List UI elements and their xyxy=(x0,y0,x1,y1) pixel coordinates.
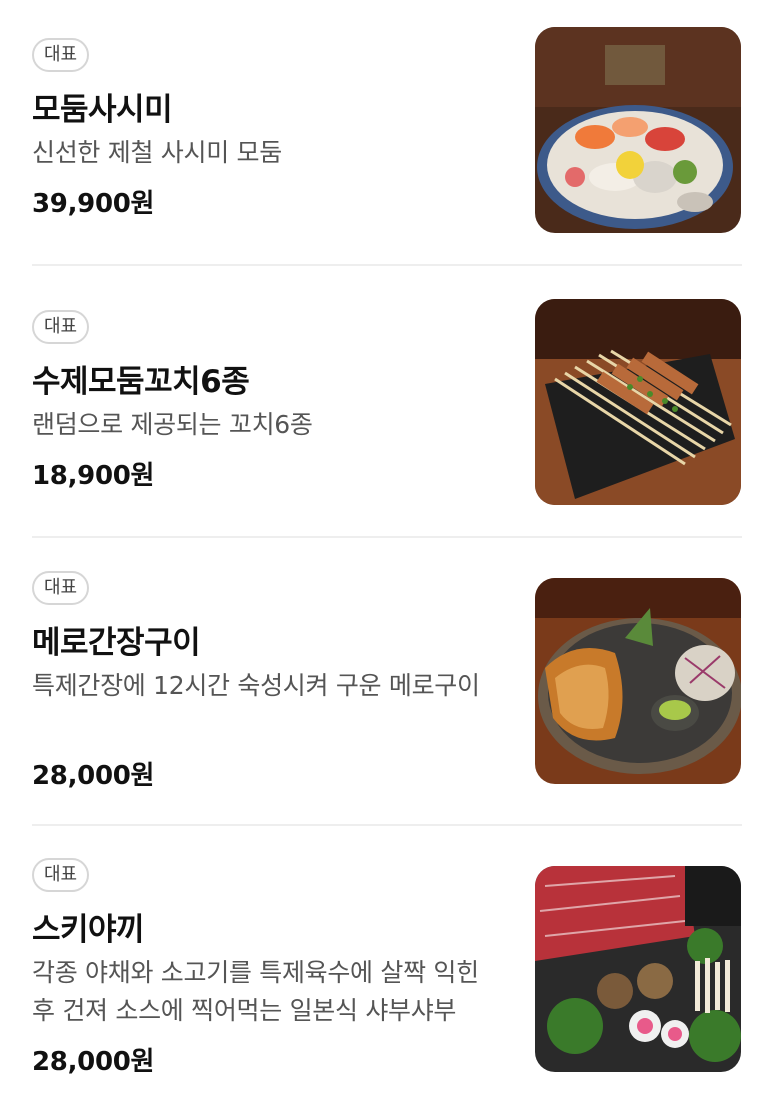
menu-item-price: 18,900원 xyxy=(32,461,155,491)
signature-badge: 대표 xyxy=(32,38,90,72)
menu-item[interactable]: 대표 메로간장구이 특제간장에 12시간 숙성시켜 구운 메로구이 28,000… xyxy=(32,571,742,796)
menu-item-description: 랜덤으로 제공되는 꼬치6종 xyxy=(32,410,313,439)
menu-item-name: 스키야끼 xyxy=(32,912,145,948)
sashimi-platter-photo[interactable] xyxy=(535,27,741,233)
menu-item-price: 28,000원 xyxy=(32,1047,155,1077)
divider xyxy=(32,824,742,826)
menu-item-name: 수제모둠꼬치6종 xyxy=(32,364,250,400)
divider xyxy=(32,536,742,538)
divider xyxy=(32,264,742,266)
signature-badge: 대표 xyxy=(32,571,90,605)
menu-item-description: 특제간장에 12시간 숙성시켜 구운 메로구이 xyxy=(32,671,480,700)
grilled-fish-photo[interactable] xyxy=(535,578,741,784)
menu-item-price: 39,900원 xyxy=(32,189,155,219)
menu-item[interactable]: 대표 모둠사시미 신선한 제철 사시미 모둠 39,900원 xyxy=(32,27,742,238)
menu-item-description: 신선한 제철 사시미 모둠 xyxy=(32,138,282,167)
menu-item-price: 28,000원 xyxy=(32,761,155,791)
signature-badge: 대표 xyxy=(32,310,90,344)
skewers-photo[interactable] xyxy=(535,299,741,505)
menu-item[interactable]: 대표 수제모둠꼬치6종 랜덤으로 제공되는 꼬치6종 18,900원 xyxy=(32,299,742,510)
menu-item-name: 메로간장구이 xyxy=(32,625,201,661)
menu-item[interactable]: 대표 스키야끼 각종 야채와 소고기를 특제육수에 살짝 익힌 후 건져 소스에… xyxy=(32,858,742,1088)
sukiyaki-photo[interactable] xyxy=(535,866,741,1072)
menu-item-name: 모둠사시미 xyxy=(32,92,173,128)
signature-badge: 대표 xyxy=(32,858,90,892)
menu-item-description: 각종 야채와 소고기를 특제육수에 살짝 익힌 후 건져 소스에 찍어먹는 일본… xyxy=(32,958,479,1025)
